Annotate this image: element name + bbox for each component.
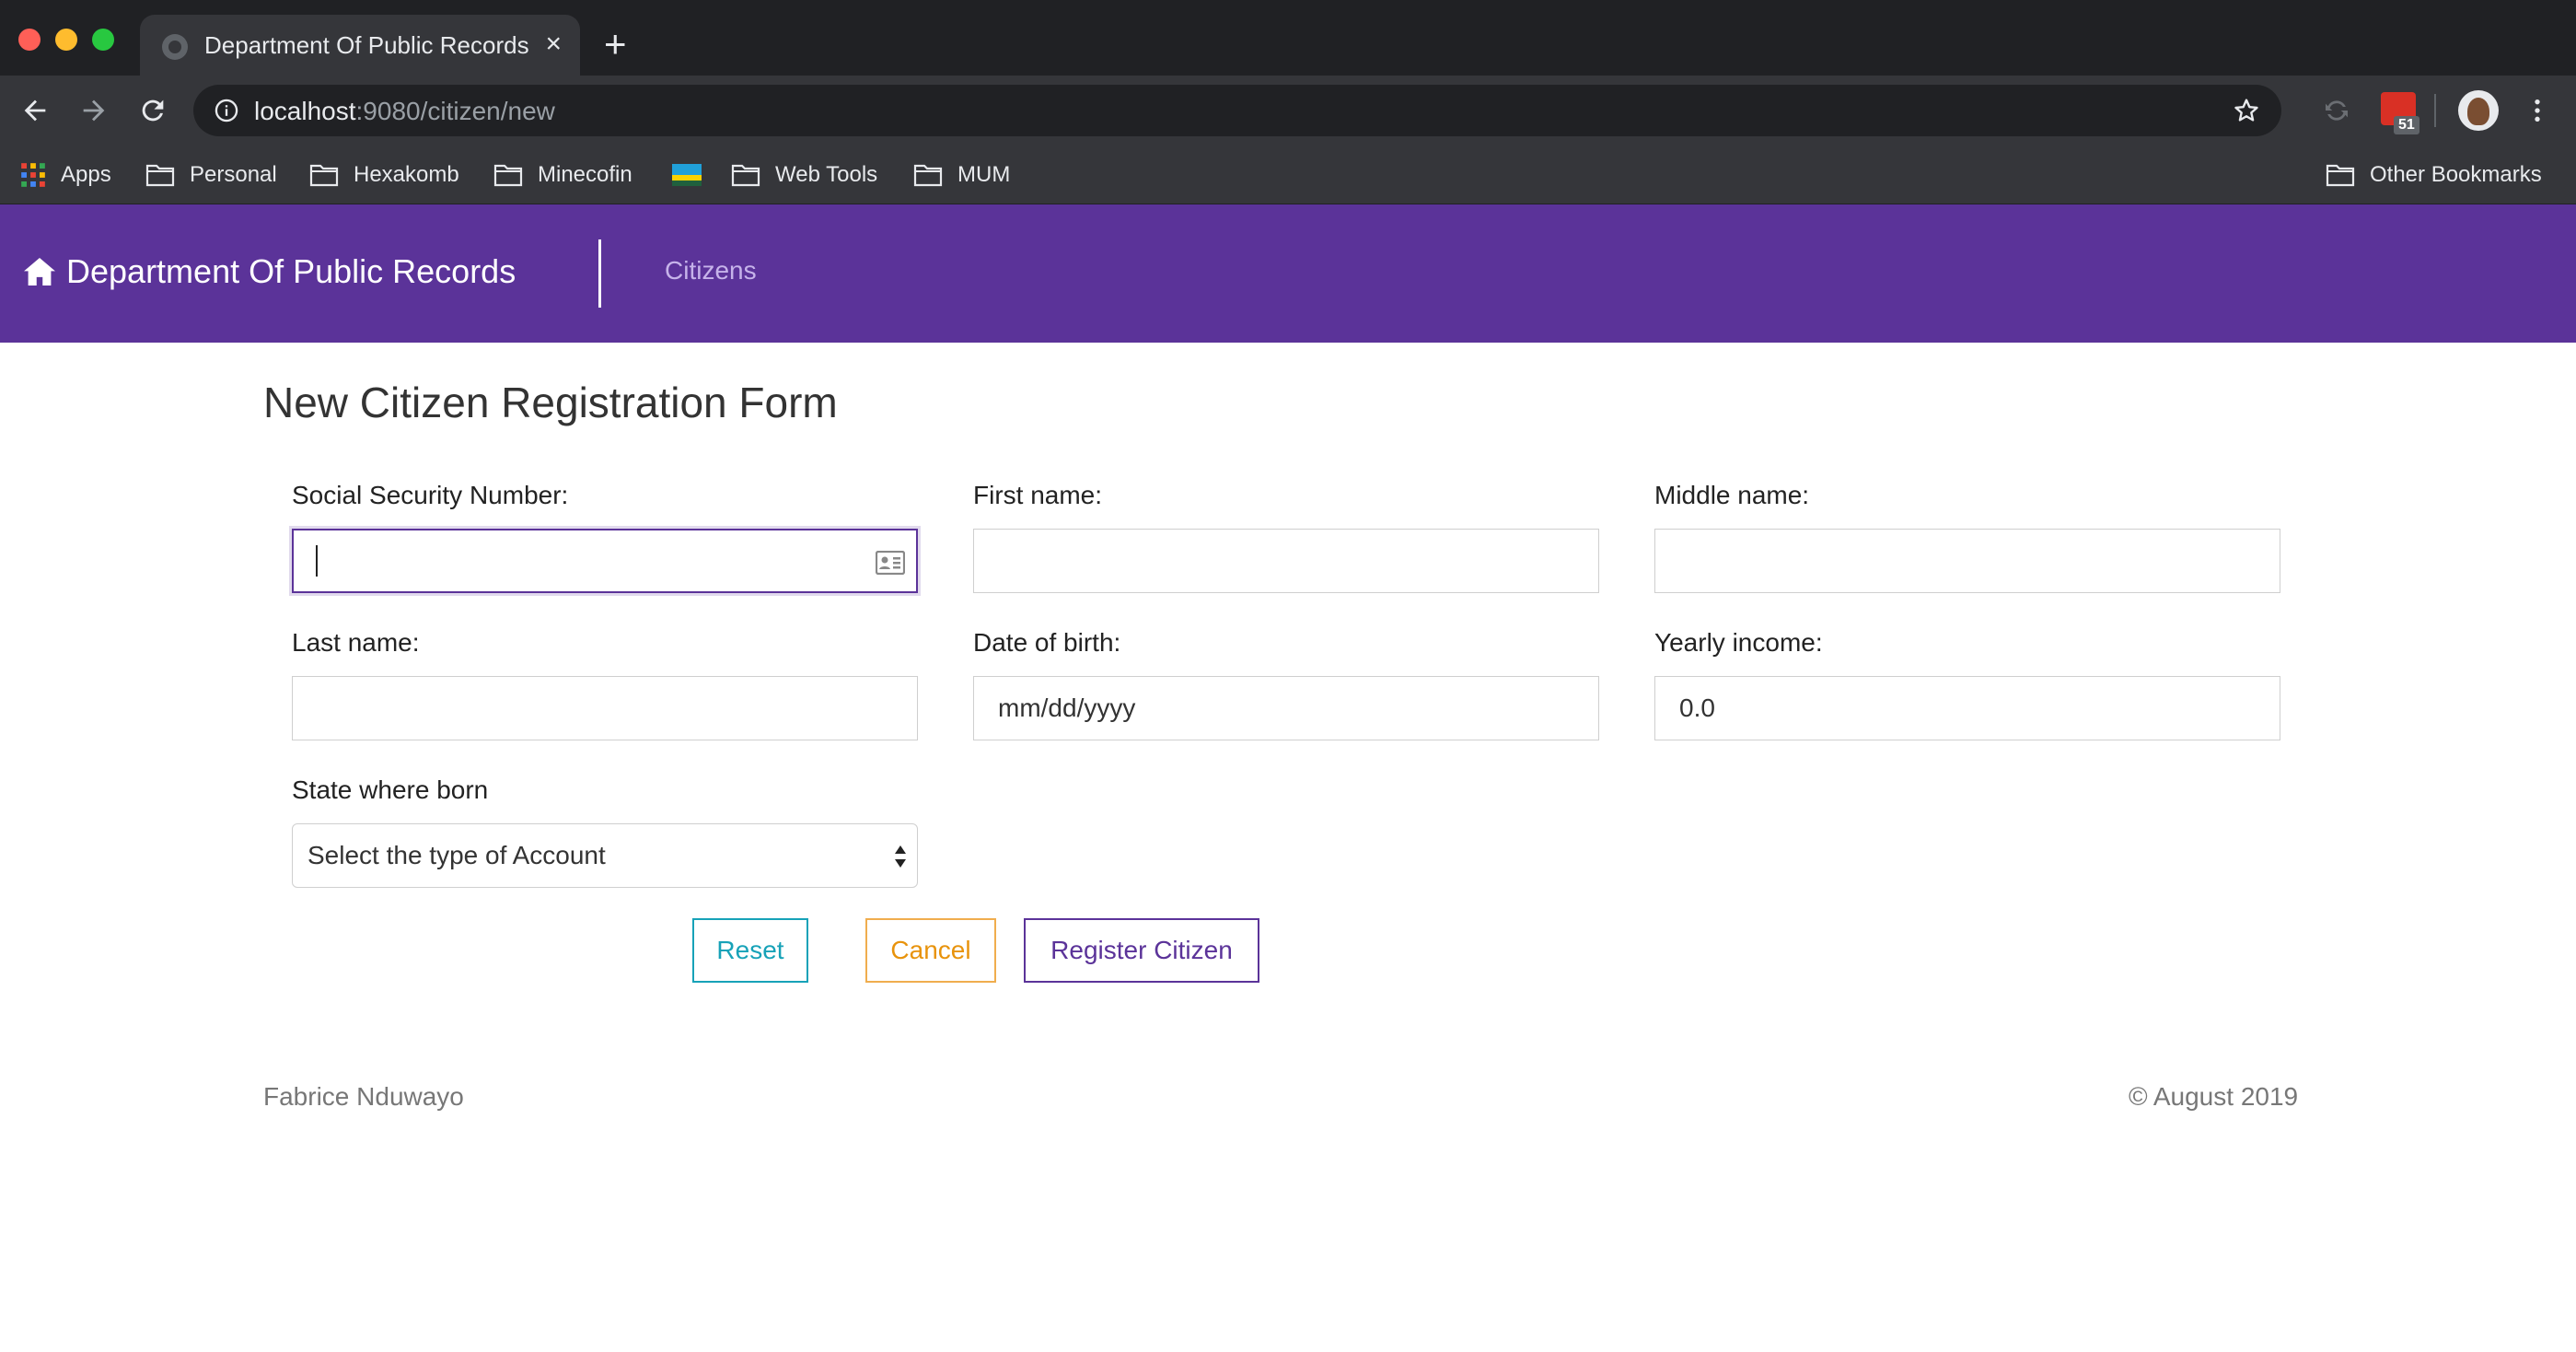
first-name-input[interactable] <box>973 529 1599 593</box>
folder-icon <box>309 164 339 187</box>
nav-link-citizens[interactable]: Citizens <box>665 256 757 286</box>
reload-button[interactable] <box>131 88 175 133</box>
tab-title: Department Of Public Records <box>204 31 529 59</box>
more-menu-icon[interactable] <box>2523 96 2552 125</box>
ssn-label: Social Security Number: <box>292 481 569 509</box>
dob-input[interactable]: mm/dd/yyyy <box>973 676 1599 740</box>
url-host: localhost <box>254 97 356 125</box>
window-minimize-button[interactable] <box>55 29 77 51</box>
browser-toolbar: localhost:9080/citizen/new 51 <box>0 76 2576 146</box>
arrow-right-icon <box>83 99 105 122</box>
yearly-income-input[interactable]: 0.0 <box>1654 676 2280 740</box>
dob-label: Date of birth: <box>973 628 1121 657</box>
bookmark-label: Minecofin <box>538 162 632 187</box>
register-citizen-button[interactable]: Register Citizen <box>1024 918 1259 983</box>
bookmark-star-icon[interactable] <box>2232 96 2261 125</box>
text-caret <box>316 545 318 577</box>
folder-icon <box>913 164 943 187</box>
new-tab-button[interactable]: + <box>604 22 627 66</box>
folder-icon <box>731 164 760 187</box>
cancel-button[interactable]: Cancel <box>865 918 996 983</box>
browser-tab-strip: Department Of Public Records × + <box>0 0 2576 76</box>
select-arrows-icon <box>893 843 908 870</box>
sync-icon[interactable] <box>2322 96 2351 125</box>
last-name-label: Last name: <box>292 628 420 657</box>
bookmark-folder-mum[interactable]: MUM <box>913 157 1010 193</box>
bookmark-label: Hexakomb <box>354 162 459 187</box>
bookmark-label: MUM <box>957 162 1011 187</box>
navbar-divider <box>598 239 601 308</box>
yearly-income-label: Yearly income: <box>1654 628 1823 657</box>
contact-card-icon[interactable] <box>876 551 905 575</box>
url-path: :9080/citizen/new <box>355 97 555 125</box>
bookmark-folder-web-tools[interactable]: Web Tools <box>731 157 877 193</box>
rwanda-flag-icon <box>672 164 702 186</box>
last-name-input[interactable] <box>292 676 918 740</box>
folder-icon <box>2326 164 2355 187</box>
extension-badge-count: 51 <box>2394 116 2419 134</box>
folder-icon <box>145 164 175 187</box>
footer-author: Fabrice Nduwayo <box>263 1082 464 1111</box>
middle-name-input[interactable] <box>1654 529 2280 593</box>
bookmark-folder-personal[interactable]: Personal <box>145 157 277 193</box>
arrow-left-icon <box>24 99 46 122</box>
home-icon <box>24 258 55 286</box>
bookmarks-bar: Apps Personal Hexakomb Minecofin Web Too… <box>0 146 2576 204</box>
toolbar-separator <box>2434 94 2436 127</box>
reset-button[interactable]: Reset <box>692 918 808 983</box>
bookmark-label: Apps <box>61 162 111 187</box>
window-zoom-button[interactable] <box>92 29 114 51</box>
url-text[interactable]: localhost:9080/citizen/new <box>254 97 555 126</box>
info-icon[interactable] <box>214 98 239 123</box>
state-born-selected-value: Select the type of Account <box>307 841 606 869</box>
first-name-label: First name: <box>973 481 1103 509</box>
browser-tab-active[interactable]: Department Of Public Records × <box>140 15 580 76</box>
middle-name-label: Middle name: <box>1654 481 1810 509</box>
bookmark-label: Web Tools <box>775 162 878 187</box>
app-navbar: Department Of Public Records Citizens <box>0 204 2576 343</box>
bookmark-folder-minecofin[interactable]: Minecofin <box>493 157 632 193</box>
profile-avatar[interactable] <box>2458 90 2499 131</box>
address-bar[interactable]: localhost:9080/citizen/new <box>193 85 2281 136</box>
state-born-label: State where born <box>292 775 489 804</box>
ssn-input[interactable] <box>292 529 918 593</box>
folder-icon <box>493 164 523 187</box>
bookmark-rwanda-flag[interactable] <box>672 157 716 193</box>
navbar-brand[interactable]: Department Of Public Records <box>24 252 516 291</box>
page-title: New Citizen Registration Form <box>263 379 838 426</box>
forward-button[interactable] <box>72 88 116 133</box>
footer-copyright: © August 2019 <box>2129 1082 2299 1111</box>
bookmark-folder-hexakomb[interactable]: Hexakomb <box>309 157 459 193</box>
apps-grid-icon <box>21 163 45 187</box>
back-button[interactable] <box>13 88 57 133</box>
tab-close-icon[interactable]: × <box>545 28 562 61</box>
brand-title: Department Of Public Records <box>66 252 516 290</box>
bookmark-label: Personal <box>190 162 277 187</box>
reload-icon <box>142 99 164 122</box>
globe-icon <box>162 34 188 60</box>
bookmark-label: Other Bookmarks <box>2370 162 2542 187</box>
bookmark-apps[interactable]: Apps <box>20 157 111 193</box>
window-close-button[interactable] <box>18 29 41 51</box>
state-born-select[interactable]: Select the type of Account <box>292 823 918 888</box>
bookmark-folder-other-bookmarks[interactable]: Other Bookmarks <box>2326 157 2542 193</box>
